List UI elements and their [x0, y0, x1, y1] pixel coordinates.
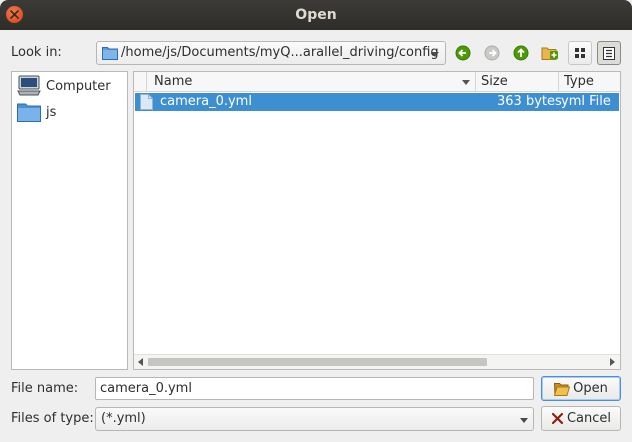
header-spacer [134, 72, 147, 92]
file-type-cell: yml File [561, 94, 611, 109]
open-button-label: Open [573, 381, 608, 396]
column-header-type[interactable]: Type [559, 72, 620, 92]
forward-icon [484, 45, 500, 61]
sidebar-item-js[interactable]: js [16, 100, 126, 124]
scroll-left-icon[interactable] [138, 358, 143, 366]
folder-icon [17, 103, 41, 122]
sort-descending-icon [462, 80, 470, 85]
chevron-down-icon [520, 418, 528, 423]
back-button[interactable] [452, 42, 474, 64]
list-view-button[interactable] [568, 41, 592, 65]
sidebar-item-label: Computer [46, 78, 111, 94]
cancel-icon [551, 412, 564, 425]
sidebar-item-label: js [46, 104, 57, 120]
new-folder-button[interactable] [539, 42, 561, 64]
file-type-value: (*.yml) [101, 411, 146, 426]
places-sidebar: Computer js [11, 71, 128, 370]
scrollbar-thumb[interactable] [148, 358, 487, 366]
open-button[interactable]: Open [541, 376, 621, 401]
horizontal-scrollbar[interactable] [134, 354, 620, 369]
file-name-label: File name: [11, 381, 79, 396]
column-header-size[interactable]: Size [476, 72, 559, 92]
list-view-icon [575, 48, 585, 58]
table-row[interactable]: camera_0.yml 363 bytes yml File [135, 93, 619, 111]
parent-dir-icon [513, 45, 529, 61]
look-in-combo[interactable]: /home/js/Documents/myQ...arallel_driving… [96, 41, 446, 65]
chevron-down-icon [431, 52, 439, 57]
folder-icon [102, 47, 118, 60]
cancel-button[interactable]: Cancel [541, 406, 621, 431]
file-list: Name Size Type camera_0.yml 363 bytes ym… [133, 71, 621, 370]
file-type-label: Files of type: [11, 411, 94, 426]
column-header-name[interactable]: Name [147, 72, 476, 92]
window-title: Open [295, 7, 337, 23]
look-in-label: Look in: [11, 45, 62, 60]
column-header-label: Name [154, 74, 193, 89]
computer-icon [17, 75, 41, 96]
scroll-right-icon[interactable] [610, 358, 615, 366]
file-size-cell: 363 bytes [497, 94, 562, 109]
file-name-cell: camera_0.yml [160, 94, 252, 109]
look-in-path: /home/js/Documents/myQ...arallel_driving… [121, 45, 439, 60]
new-folder-icon [541, 47, 558, 60]
column-header-label: Type [564, 74, 594, 89]
title-bar: Open [0, 0, 632, 30]
file-name-input[interactable] [95, 377, 534, 400]
text-file-icon [140, 94, 153, 110]
sidebar-item-computer[interactable]: Computer [16, 74, 126, 98]
open-folder-icon [554, 382, 571, 396]
detail-view-button[interactable] [597, 41, 621, 65]
cancel-button-label: Cancel [566, 411, 612, 426]
file-type-combo[interactable]: (*.yml) [95, 407, 534, 431]
back-icon [455, 45, 471, 61]
forward-button[interactable] [481, 42, 503, 64]
parent-directory-button[interactable] [510, 42, 532, 64]
column-header-label: Size [481, 74, 508, 89]
detail-view-icon [603, 46, 615, 60]
